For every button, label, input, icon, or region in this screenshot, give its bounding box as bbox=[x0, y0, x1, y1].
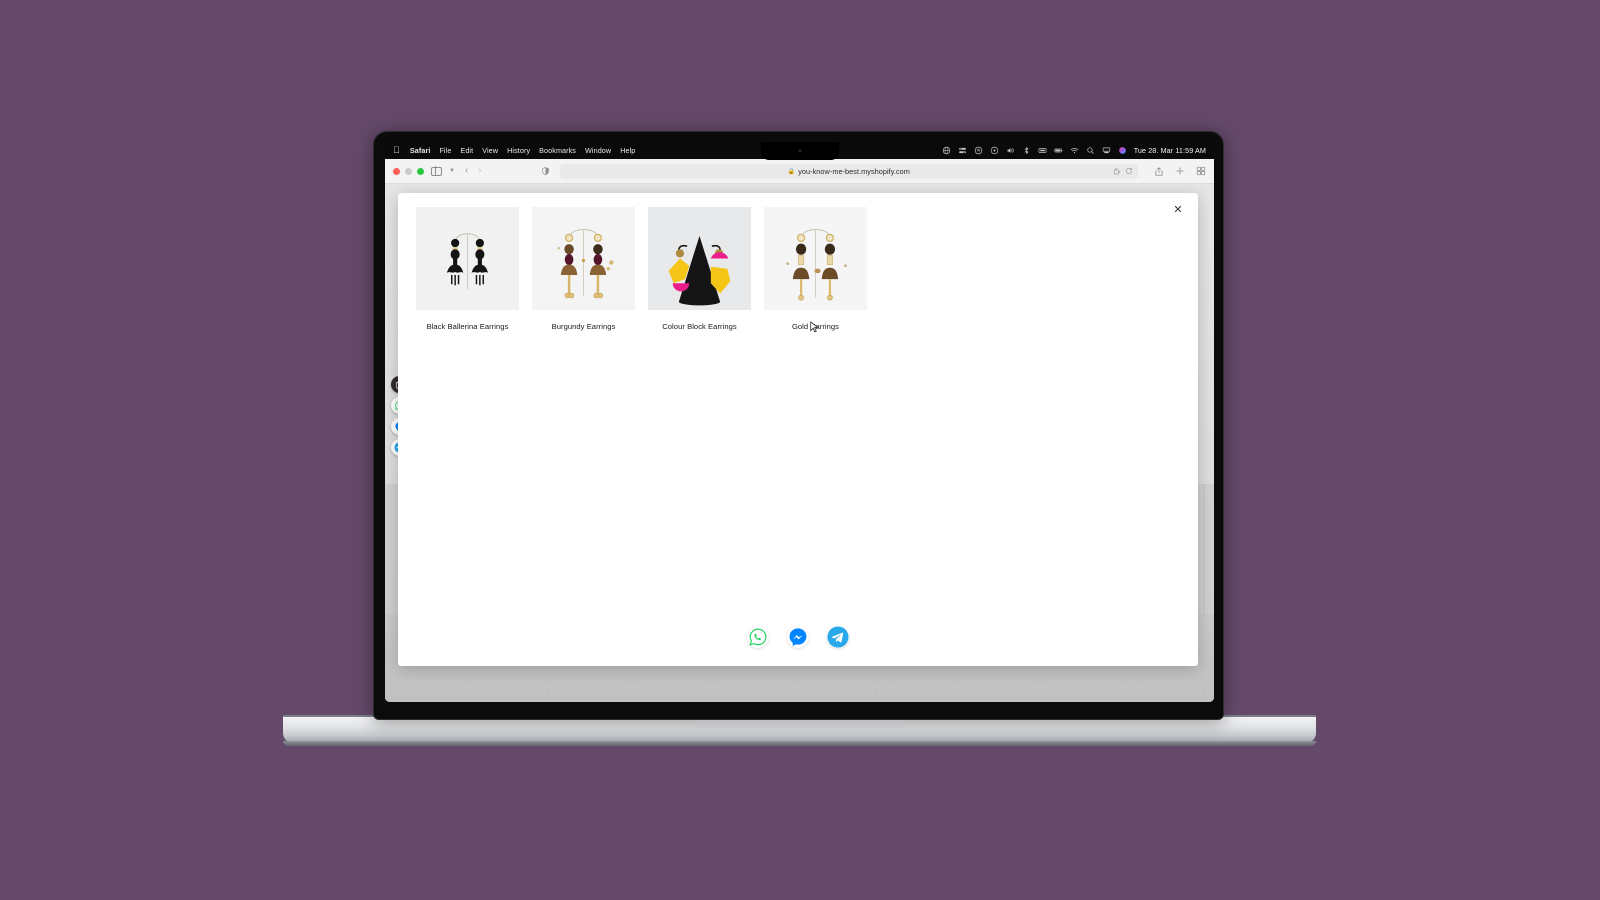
wifi-icon[interactable] bbox=[1070, 146, 1079, 155]
screen-sharing-icon[interactable] bbox=[1102, 146, 1111, 155]
product-card[interactable]: Black Ballerina Earrings bbox=[416, 207, 519, 332]
display-notch bbox=[760, 142, 839, 160]
now-playing-icon[interactable] bbox=[990, 146, 999, 155]
share-icon[interactable] bbox=[1154, 166, 1164, 177]
url-text[interactable]: you-know-me-best.myshopify.com bbox=[798, 167, 910, 176]
menubar-item-history[interactable]: History bbox=[507, 146, 530, 155]
product-title[interactable]: Burgundy Earrings bbox=[532, 321, 635, 332]
siri-icon[interactable] bbox=[1118, 146, 1127, 155]
laptop-base-foot bbox=[283, 741, 1316, 746]
menubar-clock[interactable]: Tue 28. Mar 11:59 AM bbox=[1134, 146, 1206, 155]
product-grid: Black Ballerina Earrings Burgundy Earrin… bbox=[416, 207, 867, 332]
burgundy-earrings-image[interactable] bbox=[532, 207, 635, 310]
safari-window: ▼ ‹ › 🔒 you-know-me-best.myshopify.com ✕… bbox=[385, 159, 1214, 702]
product-card[interactable]: Burgundy Earrings bbox=[532, 207, 635, 332]
menubar-item-window[interactable]: Window bbox=[585, 146, 611, 155]
plus-icon[interactable] bbox=[1175, 166, 1185, 176]
navigation-buttons[interactable]: ‹ › bbox=[465, 166, 482, 176]
menubar-item-file[interactable]: File bbox=[439, 146, 451, 155]
lock-icon: 🔒 bbox=[787, 168, 796, 175]
gold-earrings-image[interactable] bbox=[764, 207, 867, 310]
menubar-item-edit[interactable]: Edit bbox=[460, 146, 473, 155]
battery-icon[interactable] bbox=[1054, 146, 1063, 155]
screen-content:  Safari File Edit View History Bookmark… bbox=[385, 142, 1214, 702]
black-ballerina-earrings-image[interactable] bbox=[416, 207, 519, 310]
chevron-down-icon[interactable]: ▼ bbox=[449, 168, 455, 174]
menubar-app-name[interactable]: Safari bbox=[410, 146, 431, 155]
extension-icon[interactable] bbox=[1113, 167, 1121, 175]
window-controls[interactable] bbox=[393, 167, 424, 175]
whatsapp-share-button[interactable] bbox=[747, 626, 769, 648]
control-center-icon[interactable] bbox=[958, 146, 967, 155]
reader-view-icon[interactable] bbox=[541, 166, 550, 176]
zoom-window-button[interactable] bbox=[417, 167, 424, 175]
bluetooth-icon[interactable] bbox=[1022, 146, 1031, 155]
tab-overview-icon[interactable] bbox=[1196, 166, 1206, 176]
laptop-base bbox=[283, 717, 1316, 743]
modal-share-buttons bbox=[398, 626, 1198, 648]
product-title[interactable]: Black Ballerina Earrings bbox=[416, 321, 519, 332]
back-button[interactable]: ‹ bbox=[465, 166, 468, 176]
apple-logo-icon[interactable]:  bbox=[393, 146, 400, 155]
telegram-share-button[interactable] bbox=[827, 626, 849, 648]
menubar-item-help[interactable]: Help bbox=[620, 146, 635, 155]
menubar-item-bookmarks[interactable]: Bookmarks bbox=[539, 146, 576, 155]
share-products-modal: ✕ Black Ballerina Earrings Burgundy Earr… bbox=[398, 193, 1198, 666]
product-title[interactable]: Colour Block Earrings bbox=[648, 321, 751, 332]
macbook-device:  Safari File Edit View History Bookmark… bbox=[0, 0, 1600, 900]
address-bar[interactable]: 🔒 you-know-me-best.myshopify.com bbox=[559, 163, 1138, 179]
safari-toolbar: ▼ ‹ › 🔒 you-know-me-best.myshopify.com bbox=[385, 159, 1214, 184]
webcam-icon bbox=[798, 149, 801, 152]
colour-block-earrings-image[interactable] bbox=[648, 207, 751, 310]
product-card[interactable]: Colour Block Earrings bbox=[648, 207, 751, 332]
minimize-window-button[interactable] bbox=[405, 167, 412, 175]
close-icon[interactable]: ✕ bbox=[1171, 203, 1185, 217]
globe-icon[interactable] bbox=[942, 146, 951, 155]
messenger-share-button[interactable] bbox=[787, 626, 809, 648]
display-icon[interactable] bbox=[1038, 146, 1047, 155]
menubar-item-view[interactable]: View bbox=[482, 146, 498, 155]
webpage-viewport: ✕ Black Ballerina Earrings Burgundy Earr… bbox=[385, 184, 1214, 702]
close-window-button[interactable] bbox=[393, 167, 400, 175]
product-card[interactable]: Gold Earrings bbox=[764, 207, 867, 332]
search-icon[interactable] bbox=[1086, 146, 1095, 155]
volume-icon[interactable] bbox=[1006, 146, 1015, 155]
reload-icon[interactable] bbox=[1125, 167, 1133, 175]
shazam-icon[interactable] bbox=[974, 146, 983, 155]
laptop-screen-bezel:  Safari File Edit View History Bookmark… bbox=[373, 131, 1224, 720]
sidebar-toggle-icon[interactable] bbox=[431, 166, 442, 176]
forward-button[interactable]: › bbox=[478, 166, 481, 176]
mouse-cursor bbox=[810, 321, 819, 333]
